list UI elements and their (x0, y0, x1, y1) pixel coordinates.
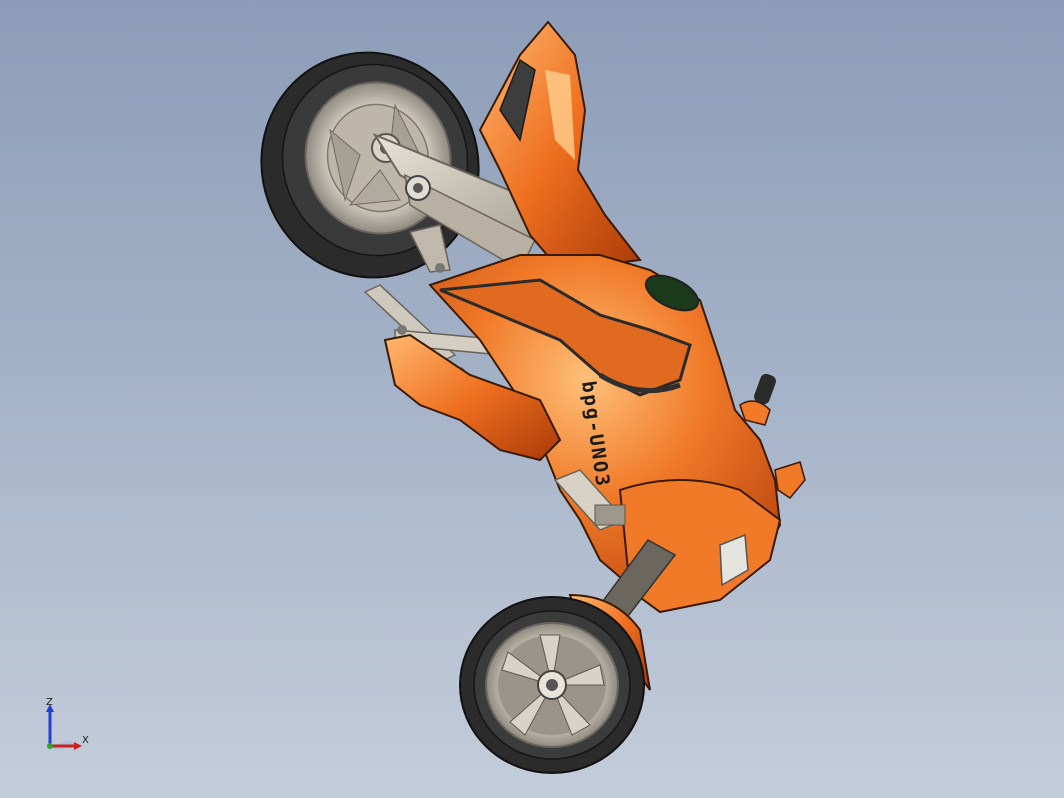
main-fairing[interactable] (383, 254, 782, 614)
orientation-triad: Z X (40, 698, 100, 758)
x-axis-label: X (82, 735, 89, 746)
front-wheel[interactable] (459, 596, 645, 774)
rear-wheel[interactable] (230, 22, 510, 308)
motorcycle-model[interactable]: bpg-UNO3 (0, 0, 1064, 798)
y-axis-dot-icon (47, 743, 53, 749)
graphics-viewport[interactable]: bpg-UNO3 Z X (0, 0, 1064, 798)
z-axis-label: Z (46, 697, 53, 708)
